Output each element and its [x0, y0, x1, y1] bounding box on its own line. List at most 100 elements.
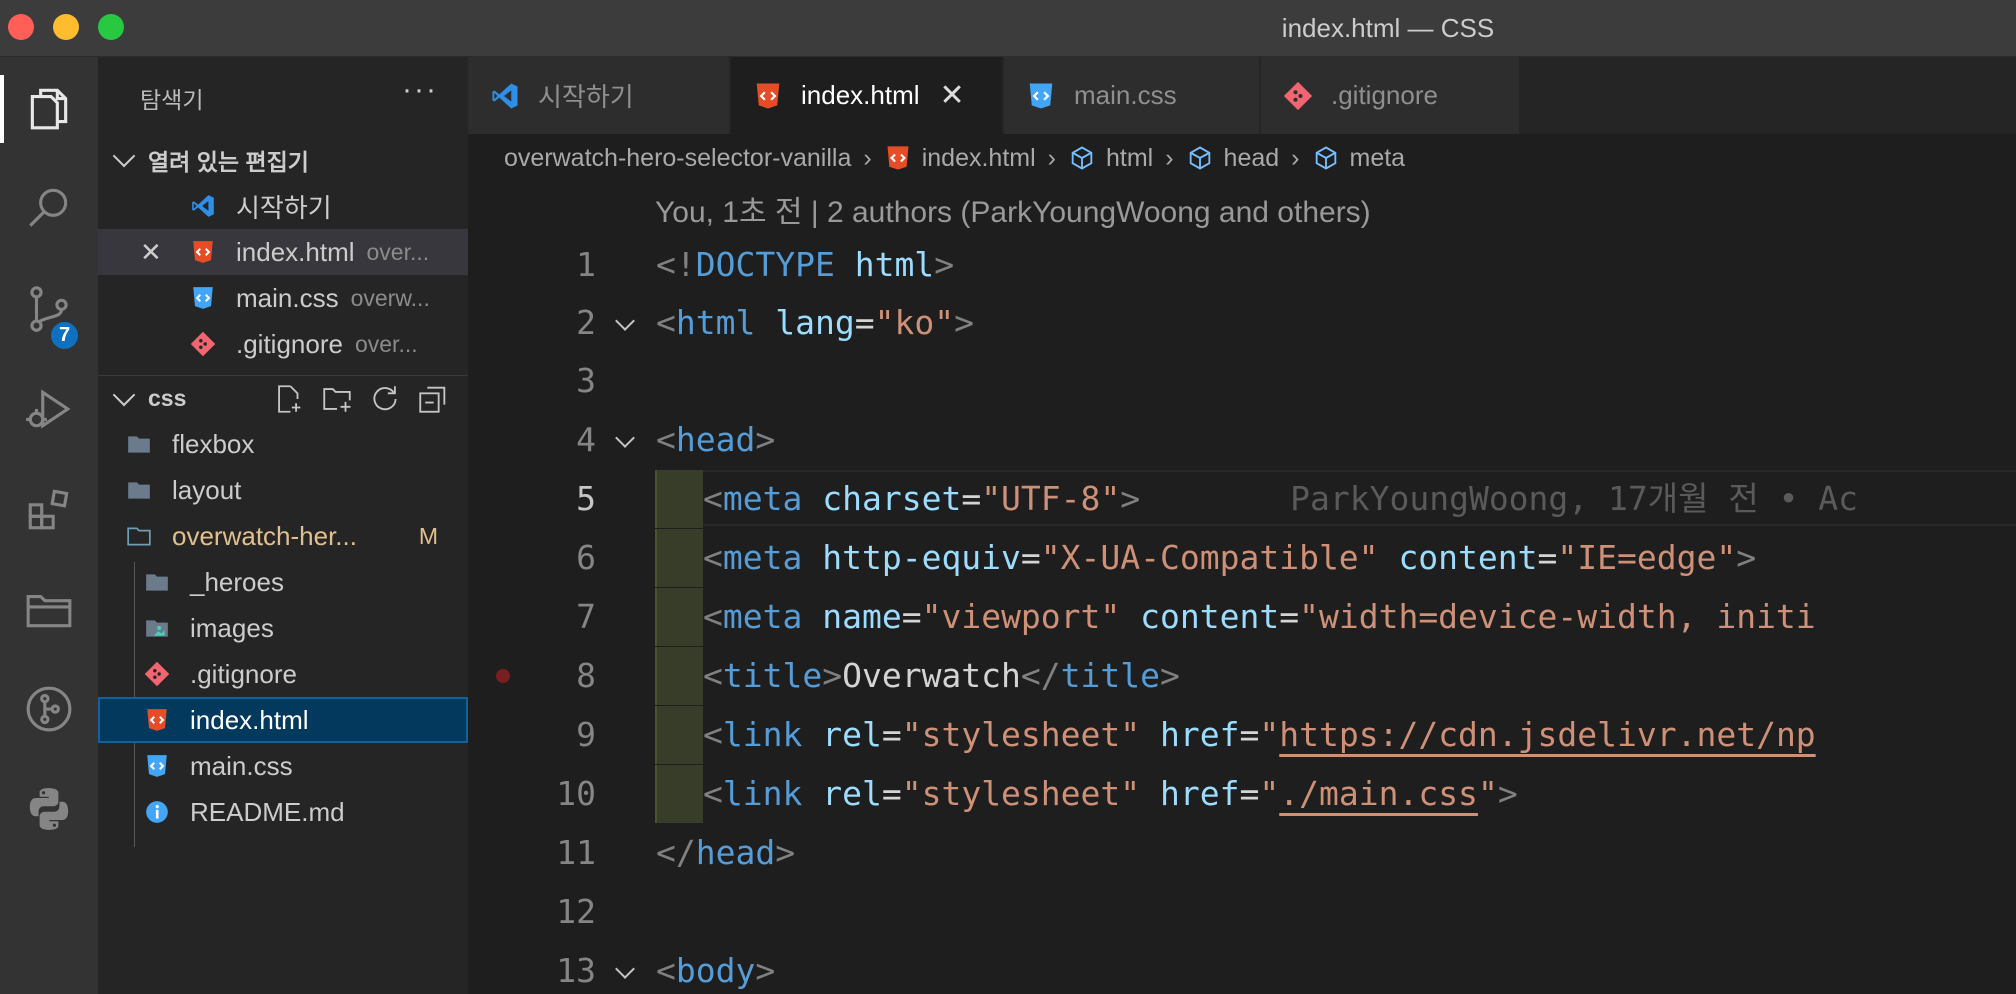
- folder-open-icon: [126, 523, 152, 549]
- code-line: 13 <body>: [468, 942, 2016, 994]
- git-graph-icon[interactable]: [0, 669, 98, 749]
- git-blame-annotation: ParkYoungWoong, 17개월 전 • Ac: [1290, 479, 1859, 518]
- git-file-icon: [190, 331, 216, 357]
- code-line: 2 <html lang="ko">: [468, 294, 2016, 352]
- tree-folder[interactable]: images: [98, 605, 468, 651]
- code-link[interactable]: https://cdn.jsdelivr.net/np: [1279, 715, 1815, 754]
- code-line: 6 <meta http-equiv="X-UA-Compatible" con…: [468, 529, 2016, 587]
- close-icon[interactable]: ✕: [140, 237, 170, 268]
- modified-badge: M: [418, 522, 438, 549]
- tree-file[interactable]: README.md: [98, 789, 468, 835]
- line-text: <meta http-equiv="X-UA-Compatible" conte…: [703, 538, 1757, 577]
- new-file-icon[interactable]: [272, 382, 306, 416]
- code-line: 10 <link rel="stylesheet" href="./main.c…: [468, 765, 2016, 823]
- workspace-header[interactable]: css: [98, 375, 468, 421]
- explorer-icon[interactable]: [0, 69, 98, 149]
- open-editor-item[interactable]: main.css overw...: [98, 275, 468, 321]
- line-number: 10: [556, 774, 596, 813]
- line-text: <!DOCTYPE html>: [656, 245, 955, 284]
- line-number: 4: [576, 420, 596, 459]
- line-text: <head>: [656, 420, 776, 459]
- refresh-icon[interactable]: [368, 382, 402, 416]
- line-text: <title>Overwatch</title>: [703, 656, 1180, 695]
- open-editor-path: over...: [366, 238, 430, 265]
- git-file-icon: [144, 661, 170, 687]
- open-editors-title: 열려 있는 편집기: [148, 149, 309, 175]
- code-link[interactable]: ./main.css: [1279, 774, 1478, 813]
- open-editor-name: 시작하기: [236, 192, 332, 223]
- open-editor-path: overw...: [350, 284, 430, 311]
- tree-folder[interactable]: overwatch-her... M: [98, 513, 468, 559]
- project-manager-icon[interactable]: [0, 569, 98, 649]
- fold-chevron-icon[interactable]: [615, 311, 635, 331]
- code-line: 3: [468, 352, 2016, 410]
- folder-icon: [126, 477, 152, 503]
- run-debug-icon[interactable]: [0, 369, 98, 449]
- line-text: <link rel="stylesheet" href="https://cdn…: [703, 715, 1816, 754]
- workspace-actions: [272, 376, 450, 422]
- line-number: 11: [556, 833, 596, 872]
- line-text: <body>: [656, 951, 776, 990]
- line-number: 13: [556, 951, 596, 990]
- folder-icon: [126, 431, 152, 457]
- source-control-badge: 7: [48, 319, 81, 352]
- fold-chevron-icon[interactable]: [615, 959, 635, 979]
- code-line: 12: [468, 883, 2016, 941]
- more-actions-icon[interactable]: ···: [402, 73, 438, 107]
- open-editors-header[interactable]: 열려 있는 편집기: [98, 137, 468, 183]
- collapse-all-icon[interactable]: [416, 382, 450, 416]
- open-editor-item[interactable]: .gitignore over...: [98, 321, 468, 367]
- html-file-icon: [144, 707, 170, 733]
- tree-file[interactable]: main.css: [98, 743, 468, 789]
- new-folder-icon[interactable]: [320, 382, 354, 416]
- search-icon[interactable]: [0, 169, 98, 249]
- code-line: 11 </head>: [468, 824, 2016, 882]
- python-icon[interactable]: [0, 769, 98, 849]
- git-change-marker: [655, 588, 703, 646]
- fold-chevron-icon[interactable]: [615, 428, 635, 448]
- code-line: 8 <title>Overwatch</title>: [468, 647, 2016, 705]
- sidebar-title: 탐색기: [140, 87, 204, 113]
- line-number: 9: [576, 715, 596, 754]
- css-file-icon: [144, 753, 170, 779]
- tree-folder-name: images: [190, 612, 274, 643]
- line-text: <meta name="viewport" content="width=dev…: [703, 597, 1816, 636]
- code-editor[interactable]: 1 <!DOCTYPE html> 2 <html lang="ko"> 3 4…: [468, 0, 2016, 994]
- tree-file[interactable]: index.html: [98, 697, 468, 743]
- tree-folder[interactable]: flexbox: [98, 421, 468, 467]
- info-icon: [144, 799, 170, 825]
- open-editor-name: main.css: [236, 282, 339, 313]
- line-number: 3: [576, 361, 596, 400]
- open-editor-name: .gitignore: [236, 328, 343, 359]
- html-file-icon: [190, 239, 216, 265]
- git-change-marker: [655, 706, 703, 764]
- line-number: 8: [576, 656, 596, 695]
- explorer-sidebar: 탐색기 ··· 열려 있는 편집기 시작하기 ✕ index.html over…: [98, 57, 468, 994]
- tree-folder[interactable]: _heroes: [98, 559, 468, 605]
- open-editor-name: index.html: [236, 236, 355, 267]
- line-number: 7: [576, 597, 596, 636]
- line-number: 12: [556, 892, 596, 931]
- open-editor-item[interactable]: ✕ index.html over...: [98, 229, 468, 275]
- open-editor-item[interactable]: 시작하기: [98, 183, 468, 229]
- code-line: 7 <meta name="viewport" content="width=d…: [468, 588, 2016, 646]
- line-text: <html lang="ko">: [656, 303, 974, 342]
- tree-file-name: index.html: [190, 704, 309, 735]
- tree-folder[interactable]: layout: [98, 467, 468, 513]
- tree-folder-name: flexbox: [172, 428, 255, 459]
- extensions-icon[interactable]: [0, 469, 98, 549]
- git-change-marker: [655, 647, 703, 705]
- tree-folder-name: _heroes: [190, 566, 284, 597]
- sidebar-header: 탐색기 ···: [98, 57, 468, 137]
- line-number: 2: [576, 303, 596, 342]
- tree-folder-name: overwatch-her...: [172, 520, 357, 551]
- open-editor-path: over...: [354, 330, 418, 357]
- line-text: </head>: [656, 833, 796, 872]
- folder-icon: [144, 569, 170, 595]
- activity-bar: 7: [0, 57, 98, 994]
- line-number: 5: [576, 479, 596, 518]
- line-text: <link rel="stylesheet" href="./main.css"…: [703, 774, 1518, 813]
- css-file-icon: [190, 285, 216, 311]
- vscode-icon: [190, 193, 216, 219]
- tree-file[interactable]: .gitignore: [98, 651, 468, 697]
